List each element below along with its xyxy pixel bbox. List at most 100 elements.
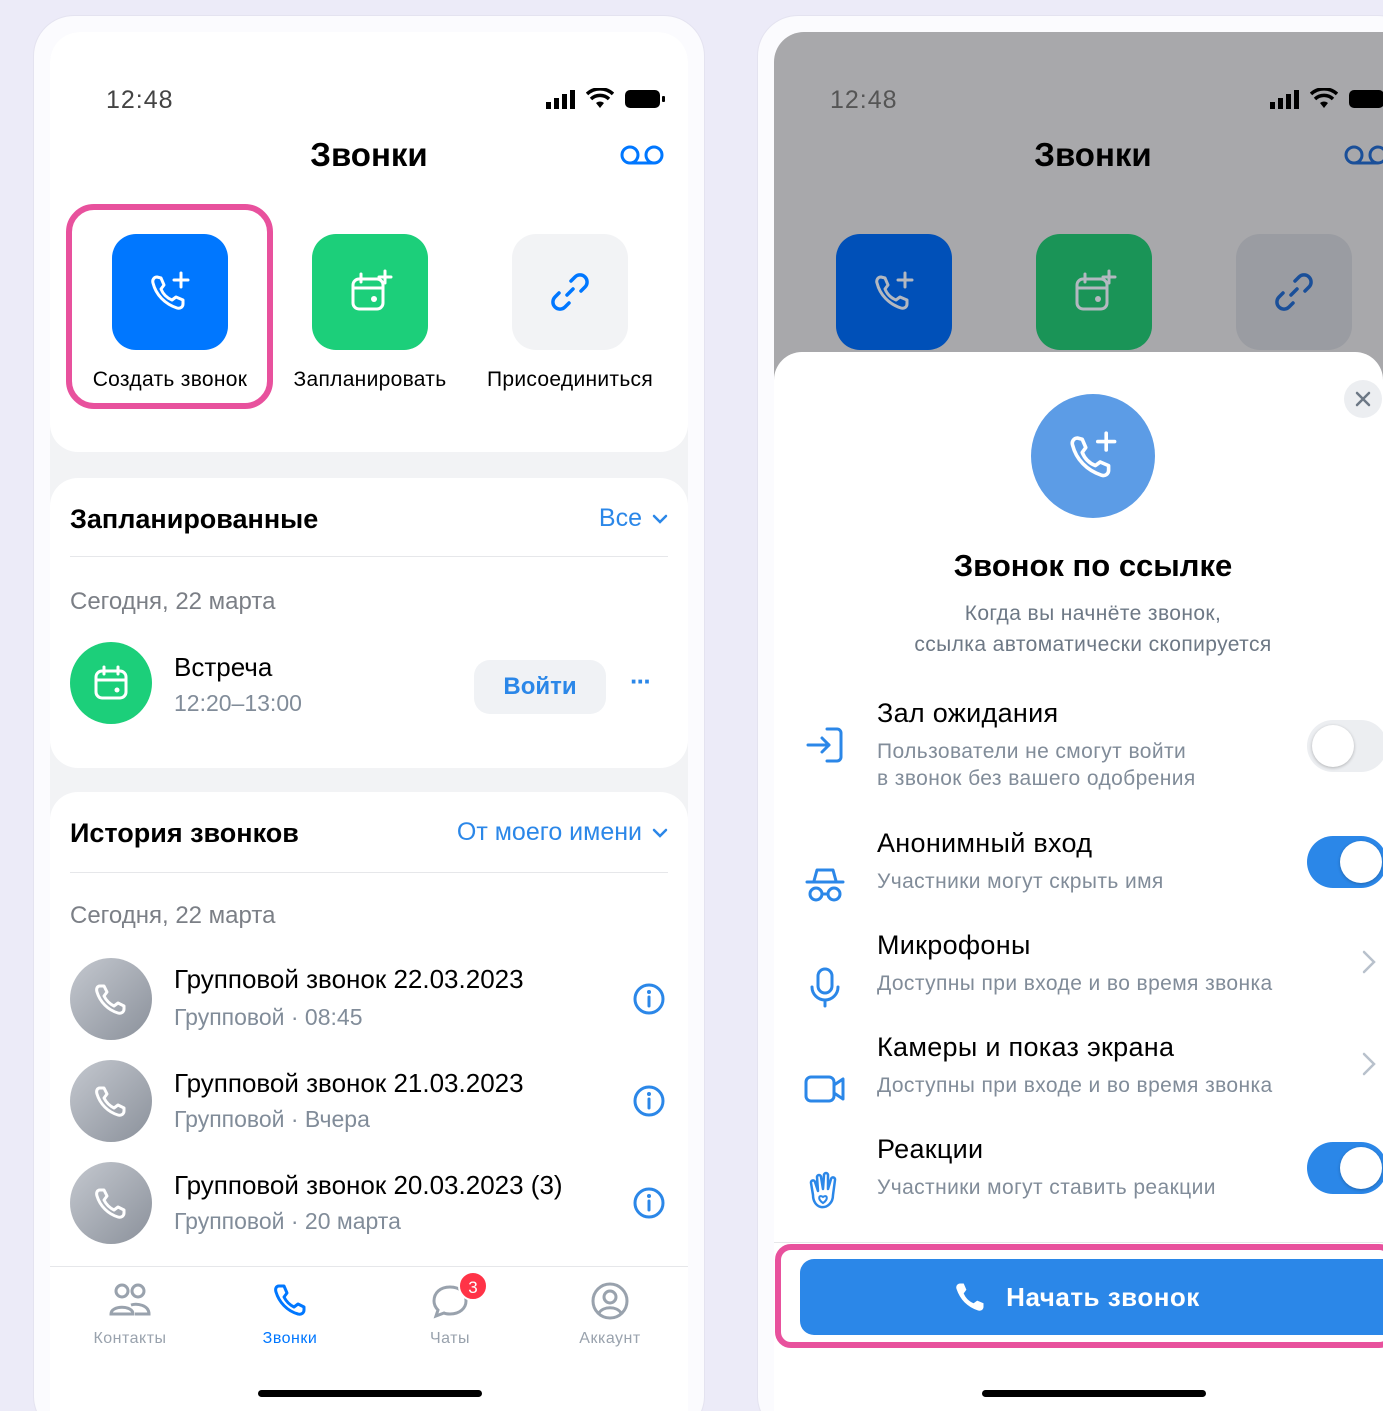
history-date: Сегодня, 22 марта bbox=[70, 902, 276, 929]
status-time: 12:48 bbox=[106, 86, 174, 114]
link-icon bbox=[551, 273, 589, 311]
sheet-title: Звонок по ссылке bbox=[953, 548, 1233, 583]
call-avatar bbox=[70, 1162, 152, 1244]
option-title: Микрофоны bbox=[877, 930, 1031, 960]
option-sub: Участники могут ставить реакции bbox=[877, 1176, 1216, 1199]
sheet-subtitle-line2: ссылка автоматически скопируется bbox=[914, 633, 1272, 656]
option-icon-wrap bbox=[802, 862, 848, 908]
contacts-icon bbox=[109, 1283, 151, 1316]
status-bar: 12:48 bbox=[774, 32, 1383, 142]
call-sub: Групповой · Вчера bbox=[174, 1106, 370, 1132]
join-label: Присоединиться bbox=[486, 368, 654, 391]
schedule-tile bbox=[312, 234, 428, 350]
close-icon bbox=[1355, 391, 1371, 407]
chevron-down-icon bbox=[652, 514, 668, 524]
join-button[interactable]: Присоединиться bbox=[470, 234, 670, 392]
divider bbox=[774, 1242, 1383, 1243]
battery-icon bbox=[1349, 90, 1383, 108]
call-avatar bbox=[70, 1060, 152, 1142]
option-sub: Пользователи не смогут войти bbox=[877, 740, 1187, 763]
scheduled-filter-label: Все bbox=[598, 504, 642, 532]
event-more-button[interactable]: ··· bbox=[630, 666, 652, 697]
call-avatar bbox=[70, 958, 152, 1040]
create-call-highlight bbox=[66, 204, 273, 409]
create-call-tile-dimmed bbox=[836, 234, 952, 350]
option-icon-wrap bbox=[802, 1168, 848, 1214]
page-title: Звонки bbox=[310, 136, 428, 173]
history-filter[interactable]: От моего имени bbox=[457, 818, 668, 847]
history-filter-label: От моего имени bbox=[456, 818, 642, 846]
info-icon[interactable] bbox=[632, 1186, 666, 1220]
phone-icon bbox=[95, 984, 126, 1015]
calendar-add-icon bbox=[351, 269, 393, 311]
reactions-toggle[interactable] bbox=[1307, 1142, 1383, 1194]
option-title: Зал ожидания bbox=[877, 698, 1059, 728]
enter-icon bbox=[806, 727, 843, 763]
event-title: Встреча bbox=[174, 652, 273, 682]
scheduled-date: Сегодня, 22 марта bbox=[70, 588, 276, 615]
camera-icon bbox=[804, 1075, 845, 1103]
event-avatar bbox=[70, 642, 152, 724]
history-title: История звонков bbox=[70, 818, 299, 848]
call-title: Групповой звонок 22.03.2023 bbox=[174, 964, 524, 994]
tab-calls-label: Звонки bbox=[262, 1330, 318, 1347]
microphone-icon bbox=[810, 967, 840, 1008]
voicemail-icon[interactable] bbox=[620, 144, 664, 166]
toggle-knob bbox=[1312, 725, 1354, 767]
status-bar: 12:48 bbox=[50, 32, 688, 142]
tab-bar: Контакты Звонки 3 Чаты Аккаунт bbox=[50, 1266, 688, 1411]
schedule-tile-dimmed bbox=[1036, 234, 1152, 350]
wifi-icon bbox=[586, 88, 614, 108]
calendar-add-icon bbox=[1075, 269, 1117, 311]
option-icon-wrap bbox=[802, 1066, 848, 1112]
option-sub: в звонок без вашего одобрения bbox=[877, 767, 1196, 790]
option-sub: Доступны при входе и во время звонка bbox=[877, 1074, 1273, 1097]
chevron-right-icon bbox=[1362, 950, 1376, 974]
scheduled-card: Запланированные Все Сегодня, 22 марта Вс… bbox=[50, 478, 688, 768]
call-title: Групповой звонок 20.03.2023 (3) bbox=[174, 1170, 563, 1200]
tab-chats-label: Чаты bbox=[429, 1330, 471, 1347]
tab-account[interactable]: Аккаунт bbox=[550, 1281, 670, 1348]
close-button[interactable] bbox=[1344, 380, 1382, 418]
option-sub: Участники могут скрыть имя bbox=[877, 870, 1164, 893]
link-icon bbox=[1275, 273, 1313, 311]
home-indicator bbox=[258, 1390, 482, 1397]
tab-chats[interactable]: 3 Чаты bbox=[390, 1271, 510, 1348]
phone-add-icon bbox=[1070, 431, 1117, 478]
schedule-button[interactable]: Запланировать bbox=[270, 234, 470, 392]
incognito-icon bbox=[805, 868, 845, 902]
start-call-highlight bbox=[775, 1244, 1383, 1348]
home-indicator bbox=[982, 1390, 1206, 1397]
scheduled-filter[interactable]: Все bbox=[599, 504, 668, 533]
call-title: Групповой звонок 21.03.2023 bbox=[174, 1068, 524, 1098]
tab-contacts[interactable]: Контакты bbox=[70, 1281, 190, 1348]
phone-icon bbox=[95, 1188, 126, 1219]
option-icon-wrap bbox=[802, 722, 848, 768]
account-icon bbox=[591, 1282, 629, 1320]
status-icons bbox=[546, 88, 666, 110]
chevron-down-icon bbox=[652, 828, 668, 838]
sheet-subtitle-line1: Когда вы начнёте звонок, bbox=[964, 602, 1222, 625]
schedule-label: Запланировать bbox=[293, 368, 447, 391]
divider bbox=[70, 556, 668, 557]
toggle-knob bbox=[1340, 1147, 1382, 1189]
right-phone-screen: 12:48 Звонки Звонок по ссылке Когда вы н… bbox=[774, 32, 1383, 1411]
phone-icon bbox=[95, 1086, 126, 1117]
signal-icon bbox=[546, 90, 575, 109]
tab-account-label: Аккаунт bbox=[579, 1330, 641, 1347]
option-title: Камеры и показ экрана bbox=[877, 1032, 1175, 1062]
info-icon[interactable] bbox=[632, 1084, 666, 1118]
option-sub: Доступны при входе и во время звонка bbox=[877, 972, 1273, 995]
event-join-button[interactable]: Войти bbox=[474, 660, 606, 714]
join-tile bbox=[512, 234, 628, 350]
option-title: Анонимный вход bbox=[877, 828, 1093, 858]
voicemail-icon bbox=[1344, 145, 1383, 165]
call-sub: Групповой · 20 марта bbox=[174, 1208, 401, 1234]
option-icon-wrap bbox=[802, 964, 848, 1010]
anonymous-toggle[interactable] bbox=[1307, 836, 1383, 888]
calendar-icon bbox=[94, 665, 128, 700]
waiting-room-toggle[interactable] bbox=[1307, 720, 1383, 772]
info-icon[interactable] bbox=[632, 982, 666, 1016]
scheduled-title: Запланированные bbox=[70, 504, 319, 534]
tab-calls[interactable]: Звонки bbox=[230, 1281, 350, 1348]
